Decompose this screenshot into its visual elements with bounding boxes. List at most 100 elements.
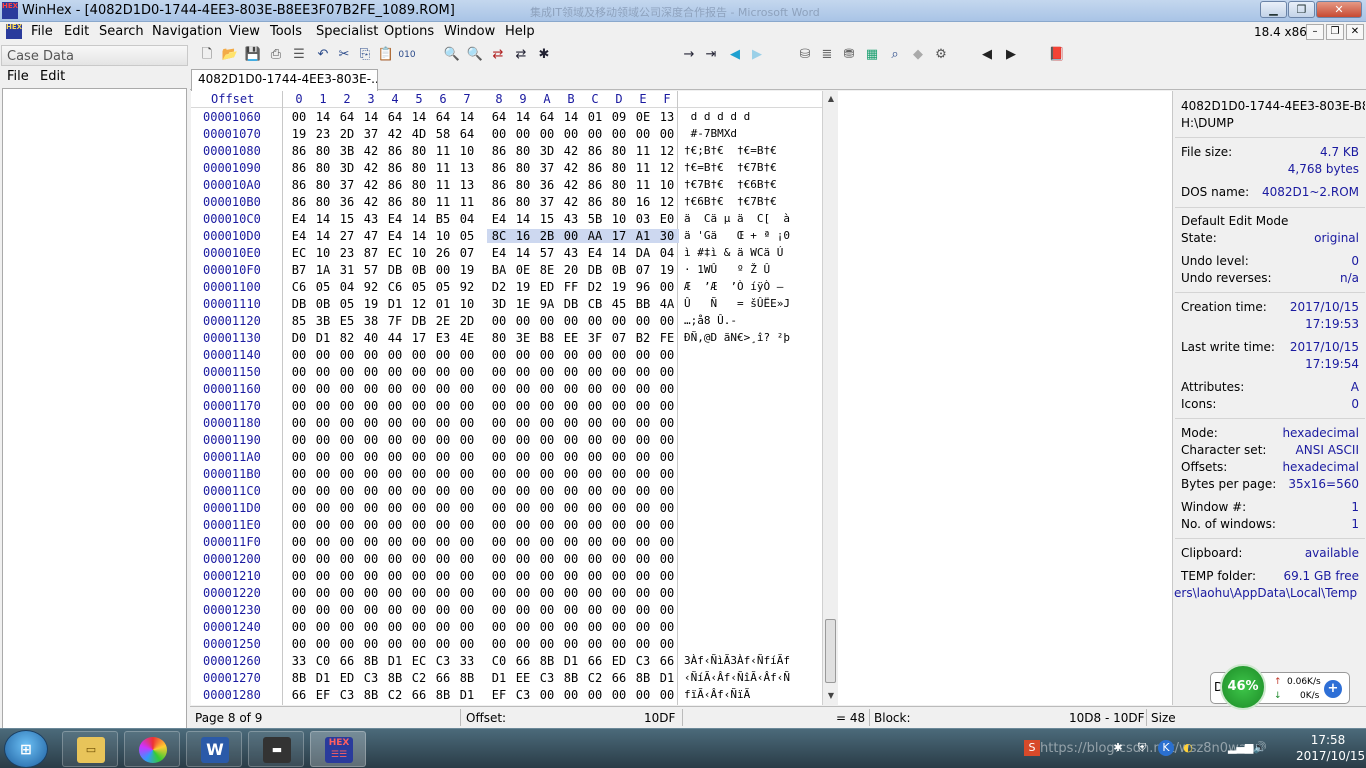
hex-byte[interactable]: 10: [407, 246, 431, 260]
hex-byte[interactable]: 00: [407, 450, 431, 464]
hex-byte[interactable]: 00: [335, 467, 359, 481]
hex-byte[interactable]: 00: [535, 501, 559, 515]
hex-byte[interactable]: 00: [583, 348, 607, 362]
hex-byte[interactable]: 19: [359, 297, 383, 311]
hex-byte[interactable]: EC: [287, 246, 311, 260]
hex-byte[interactable]: 00: [407, 501, 431, 515]
hex-byte[interactable]: 8C: [487, 229, 511, 243]
hex-byte[interactable]: 00: [607, 433, 631, 447]
hex-byte[interactable]: 00: [487, 603, 511, 617]
hex-byte[interactable]: 07: [607, 331, 631, 345]
hex-byte[interactable]: 37: [359, 127, 383, 141]
hex-byte[interactable]: 14: [311, 110, 335, 124]
hex-byte[interactable]: 00: [583, 484, 607, 498]
hex-byte[interactable]: 00: [655, 416, 679, 430]
hex-byte[interactable]: 00: [583, 467, 607, 481]
hex-byte[interactable]: 86: [383, 195, 407, 209]
menu-file[interactable]: File: [31, 24, 53, 39]
hex-byte[interactable]: AA: [583, 229, 607, 243]
winhex-app-icon[interactable]: HEX: [2, 2, 18, 19]
hex-byte[interactable]: 14: [407, 212, 431, 226]
hex-byte[interactable]: 82: [335, 331, 359, 345]
hex-byte[interactable]: 86: [487, 144, 511, 158]
copy-icon[interactable]: ⎘: [356, 46, 374, 64]
hex-byte[interactable]: D1: [655, 671, 679, 685]
help-book-icon[interactable]: 📕: [1048, 46, 1066, 64]
hex-byte[interactable]: 00: [655, 467, 679, 481]
hex-byte[interactable]: 00: [535, 484, 559, 498]
hex-byte[interactable]: 00: [359, 620, 383, 634]
vertical-scrollbar[interactable]: ▲ ▼: [822, 91, 838, 705]
start-button[interactable]: ⊞: [4, 730, 48, 768]
hex-byte[interactable]: 00: [487, 450, 511, 464]
hex-byte[interactable]: E4: [287, 229, 311, 243]
hex-byte[interactable]: 00: [487, 552, 511, 566]
hex-byte[interactable]: 05: [335, 297, 359, 311]
hex-byte[interactable]: 00: [631, 688, 655, 702]
hex-byte[interactable]: 00: [311, 467, 335, 481]
hex-byte[interactable]: 00: [655, 433, 679, 447]
hex-byte[interactable]: D1: [311, 671, 335, 685]
hex-byte[interactable]: D2: [583, 280, 607, 294]
hex-byte[interactable]: 80: [407, 161, 431, 175]
hex-byte[interactable]: 00: [583, 314, 607, 328]
hex-byte[interactable]: 4D: [407, 127, 431, 141]
hex-byte[interactable]: 00: [631, 518, 655, 532]
hex-byte[interactable]: FF: [559, 280, 583, 294]
hex-byte[interactable]: 05: [431, 280, 455, 294]
hex-byte[interactable]: 36: [335, 195, 359, 209]
ascii-text[interactable]: ì #‡ì & ä WCä Ú: [684, 246, 783, 259]
hex-byte[interactable]: 00: [287, 501, 311, 515]
hex-byte[interactable]: 00: [511, 603, 535, 617]
go-to-offset-icon[interactable]: →: [680, 46, 698, 64]
network-speed-widget[interactable]: D 46% ↑ 0.06K/s ↓ 0K/s +: [1202, 662, 1356, 710]
hex-byte[interactable]: 86: [583, 195, 607, 209]
hex-byte[interactable]: E4: [583, 246, 607, 260]
hex-byte[interactable]: 00: [535, 688, 559, 702]
hex-byte[interactable]: 14: [511, 212, 535, 226]
hex-byte[interactable]: 00: [511, 637, 535, 651]
hex-byte[interactable]: 00: [655, 314, 679, 328]
hex-byte[interactable]: 00: [607, 484, 631, 498]
ascii-text[interactable]: ä 'Gä Œ + ª ¡0: [684, 229, 790, 242]
hex-byte[interactable]: 00: [631, 314, 655, 328]
hex-byte[interactable]: 00: [383, 484, 407, 498]
hex-byte[interactable]: 00: [383, 518, 407, 532]
hex-byte[interactable]: 00: [287, 637, 311, 651]
hex-byte[interactable]: B7: [287, 263, 311, 277]
hex-byte[interactable]: 00: [607, 569, 631, 583]
hex-row[interactable]: 00001080 86 80 3B 42 86 80 11 10 86 80 3D 42 86 80 11 12…: [191, 143, 822, 160]
hex-byte[interactable]: 00: [607, 603, 631, 617]
hex-byte[interactable]: 00: [431, 399, 455, 413]
hex-byte[interactable]: 80: [607, 144, 631, 158]
hex-byte[interactable]: 14: [407, 110, 431, 124]
hex-byte[interactable]: 58: [431, 127, 455, 141]
hex-byte[interactable]: 40: [359, 331, 383, 345]
hex-byte[interactable]: 00: [607, 518, 631, 532]
taskbar-browser[interactable]: [124, 731, 180, 767]
hex-byte[interactable]: 00: [535, 416, 559, 430]
analyze-icon[interactable]: ◆: [909, 46, 927, 64]
tray-network-icon[interactable]: ◐: [1180, 740, 1196, 756]
hex-byte[interactable]: 00: [431, 416, 455, 430]
hex-byte[interactable]: 00: [287, 535, 311, 549]
hex-byte[interactable]: 00: [287, 620, 311, 634]
hex-byte[interactable]: 00: [383, 433, 407, 447]
hex-byte[interactable]: 00: [559, 518, 583, 532]
hex-byte[interactable]: 00: [487, 501, 511, 515]
hex-byte[interactable]: 00: [583, 569, 607, 583]
hex-byte[interactable]: 00: [535, 637, 559, 651]
hex-byte[interactable]: 85: [287, 314, 311, 328]
hex-byte[interactable]: 19: [607, 280, 631, 294]
scroll-up-icon[interactable]: ▲: [823, 91, 839, 107]
hex-byte[interactable]: 96: [631, 280, 655, 294]
hex-byte[interactable]: 00: [359, 603, 383, 617]
hex-byte[interactable]: 00: [311, 603, 335, 617]
hex-byte[interactable]: 00: [287, 586, 311, 600]
ascii-text[interactable]: 3Àf‹ÑìÃ3Àf‹ÑfíÃf: [684, 654, 790, 667]
hex-byte[interactable]: 00: [431, 348, 455, 362]
hex-byte[interactable]: 00: [631, 484, 655, 498]
hex-byte[interactable]: DB: [383, 263, 407, 277]
hex-byte[interactable]: 00: [287, 450, 311, 464]
hex-byte[interactable]: 00: [511, 365, 535, 379]
